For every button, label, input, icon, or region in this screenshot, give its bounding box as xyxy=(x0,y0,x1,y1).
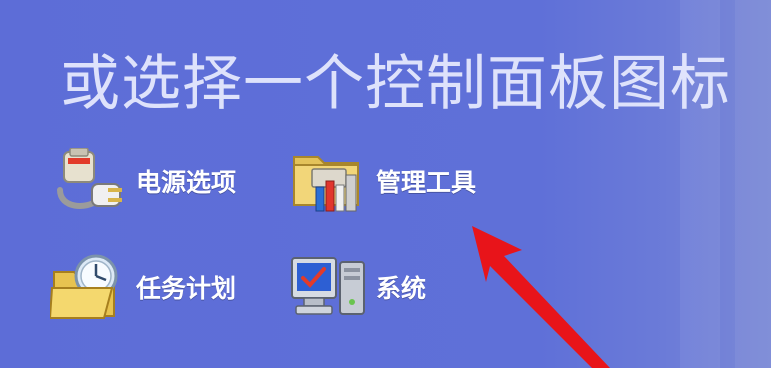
control-panel-item-system[interactable]: 系统 xyxy=(290,252,426,322)
background-strip xyxy=(735,0,771,368)
system-label: 系统 xyxy=(376,274,427,303)
system-monitor-icon xyxy=(290,252,368,322)
scheduled-tasks-folder-icon xyxy=(50,252,128,322)
control-panel-item-administrative-tools[interactable]: 管理工具 xyxy=(290,146,476,216)
administrative-tools-label: 管理工具 xyxy=(376,168,477,197)
red-arrow-annotation xyxy=(472,226,610,368)
pick-icon-heading: 或选择一个控制面板图标 xyxy=(60,49,731,119)
power-plug-battery-icon xyxy=(50,146,128,216)
administrative-tools-icon xyxy=(290,146,368,216)
control-panel-item-power-options[interactable]: 电源选项 xyxy=(50,146,236,216)
control-panel-item-scheduled-tasks[interactable]: 任务计划 xyxy=(50,252,236,322)
power-options-label: 电源选项 xyxy=(136,168,237,197)
scheduled-tasks-label: 任务计划 xyxy=(136,274,237,303)
